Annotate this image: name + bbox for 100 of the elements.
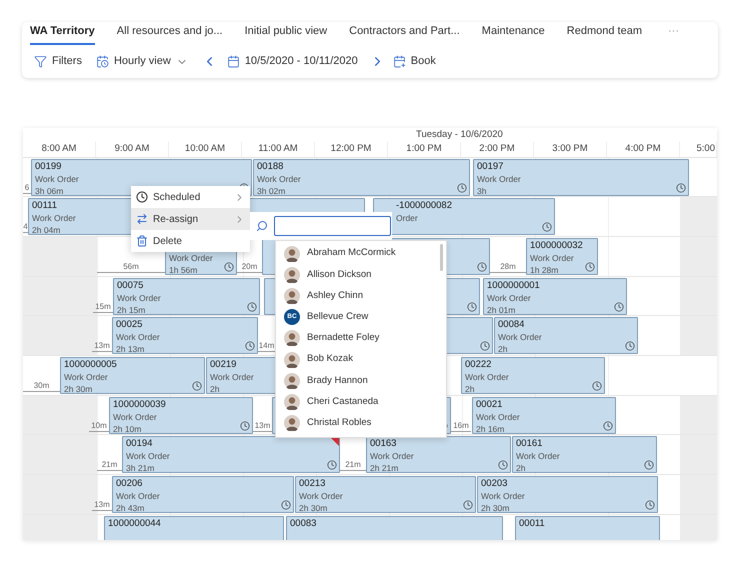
booking-duration: 3h 06m <box>35 184 64 194</box>
booking-block[interactable]: 00084 Work Order 2h <box>494 317 638 354</box>
view-tab[interactable]: Maintenance <box>482 22 545 45</box>
hour-label: 3:00 PM <box>552 142 588 156</box>
person-option[interactable]: Cheri Castaneda <box>276 391 446 412</box>
booking-title: 1000000032 <box>530 240 583 252</box>
clock-icon <box>136 191 148 203</box>
book-button[interactable]: Book <box>392 53 436 70</box>
booking-title: 00197 <box>477 160 504 172</box>
hour-label: 5:00 <box>696 142 715 156</box>
scrollbar-thumb[interactable] <box>440 244 443 271</box>
clock-icon <box>463 500 473 510</box>
avatar-icon <box>284 352 300 368</box>
booking-block[interactable]: 1000000044 <box>104 516 284 540</box>
booking-title: 1000000039 <box>113 398 166 411</box>
view-tab[interactable]: Redmond team <box>566 22 642 45</box>
booking-duration: 2h 04m <box>32 224 60 234</box>
hour-label: 1:00 PM <box>406 142 442 156</box>
clock-icon <box>592 380 602 391</box>
person-option[interactable]: Brady Hannon <box>276 370 446 392</box>
booking-block[interactable]: 1000000032 Work Order 1h 28m <box>526 238 598 275</box>
booking-block[interactable]: 00203 Work Order 2h 30m <box>477 476 658 513</box>
booking-block[interactable]: 00083 <box>286 516 503 540</box>
booking-type: Work Order <box>487 292 531 304</box>
booking-block[interactable]: 00011 <box>515 516 660 540</box>
clock-icon <box>625 341 635 352</box>
booking-block[interactable]: 00197 Work Order 3h <box>473 158 689 196</box>
booking-block[interactable]: 00075 Work Order 2h 15m <box>113 278 260 315</box>
booking-type: Work Order <box>477 172 521 184</box>
booking-block[interactable]: 00188 Work Order 3h 02m <box>253 158 470 196</box>
view-tab[interactable]: All resources and jo... <box>116 22 223 45</box>
clock-icon <box>542 222 552 232</box>
calendar-icon <box>226 55 240 68</box>
booking-type: Work Order <box>32 212 76 224</box>
booking-block[interactable]: 00213 Work Order 2h 30m <box>295 476 476 513</box>
booking-block[interactable]: 00206 Work Order 2h 43m <box>112 476 294 513</box>
booking-title: 00084 <box>498 319 524 332</box>
clock-icon <box>245 341 255 352</box>
clock-icon <box>467 302 477 312</box>
calendar-plus-icon <box>392 55 406 68</box>
booking-duration: 2h <box>210 382 220 393</box>
menu-item[interactable]: Re-assign <box>131 208 250 230</box>
hour-label: 11:00 AM <box>258 142 298 156</box>
booking-title: 00203 <box>481 478 508 490</box>
filter-icon <box>34 55 47 68</box>
clock-icon <box>480 341 490 352</box>
view-dropdown[interactable]: Hourly view <box>96 53 188 70</box>
filters-button[interactable]: Filters <box>34 53 82 70</box>
booking-type: Work Order <box>116 331 160 344</box>
clock-icon <box>645 500 655 510</box>
trash-icon <box>136 235 148 247</box>
booking-block[interactable]: 1000000039 Work Order 2h 10m <box>109 396 253 434</box>
search-field[interactable] <box>274 216 391 236</box>
booking-duration: 3h <box>477 184 486 194</box>
booking-block[interactable]: 00222 Work Order 2h <box>461 356 605 394</box>
booking-title: 00021 <box>476 398 502 411</box>
booking-title: 00219 <box>210 358 236 371</box>
booking-type: Work Order <box>465 370 509 383</box>
clock-icon <box>247 302 257 312</box>
clock-icon <box>240 420 250 431</box>
booking-title: 00188 <box>257 160 284 172</box>
booking-duration: 2h 43m <box>116 502 144 512</box>
booking-block[interactable]: 1000000001 Work Order 2h 01m <box>483 278 627 315</box>
booking-duration: 2h <box>516 462 526 472</box>
person-option[interactable]: Allison Dickson <box>276 264 446 286</box>
booking-block[interactable]: 00161 Work Order 2h <box>512 436 657 474</box>
booking-block[interactable]: 00163 Work Order 2h 21m <box>366 436 511 474</box>
person-option[interactable]: Abraham McCormick <box>276 243 446 264</box>
booking-type: Work Order <box>516 450 560 462</box>
booking-type: Work Order <box>498 331 542 344</box>
person-option[interactable]: Christal Robles <box>276 412 446 434</box>
avatar-icon <box>284 372 300 389</box>
person-option[interactable]: Ashley Chinn <box>276 285 446 307</box>
view-tab[interactable]: Contractors and Part... <box>349 22 460 45</box>
date-range-button[interactable]: 10/5/2020 - 10/11/2020 <box>226 53 358 70</box>
booking-title: 00025 <box>116 319 142 332</box>
booking-title: 1000000001 <box>487 280 540 292</box>
booking-title: -1000000082 <box>396 200 452 212</box>
booking-block[interactable]: 1000000005 Work Order 2h 30m <box>60 356 205 394</box>
avatar-icon <box>284 415 300 432</box>
swap-icon <box>136 213 148 225</box>
booking-title: 00194 <box>126 438 152 450</box>
booking-title: 00075 <box>117 280 144 292</box>
booking-block[interactable]: 00025 Work Order 2h 13m <box>112 317 258 354</box>
booking-type: Work Order <box>299 490 343 502</box>
view-tab[interactable]: Initial public view <box>244 22 328 45</box>
hour-label: 8:00 AM <box>42 142 76 156</box>
booking-block[interactable]: -1000000082 Order <box>373 198 555 236</box>
booking-block[interactable]: 00194 Work Order 3h 21m <box>122 436 340 474</box>
booking-duration: 2h 21m <box>370 462 398 472</box>
avatar-icon <box>284 288 300 304</box>
clock-icon <box>224 262 234 272</box>
booking-block[interactable]: 00021 Work Order 2h 16m <box>472 396 616 434</box>
booking-title: 00083 <box>290 518 316 530</box>
booking-duration: 3h 21m <box>126 462 154 472</box>
person-option[interactable]: Bernadette Foley <box>276 328 446 349</box>
booking-duration: 1h 56m <box>169 264 198 274</box>
view-tab[interactable]: WA Territory <box>30 22 95 45</box>
booking-duration: 2h 13m <box>116 343 144 354</box>
person-option[interactable]: Bob Kozak <box>276 348 446 370</box>
